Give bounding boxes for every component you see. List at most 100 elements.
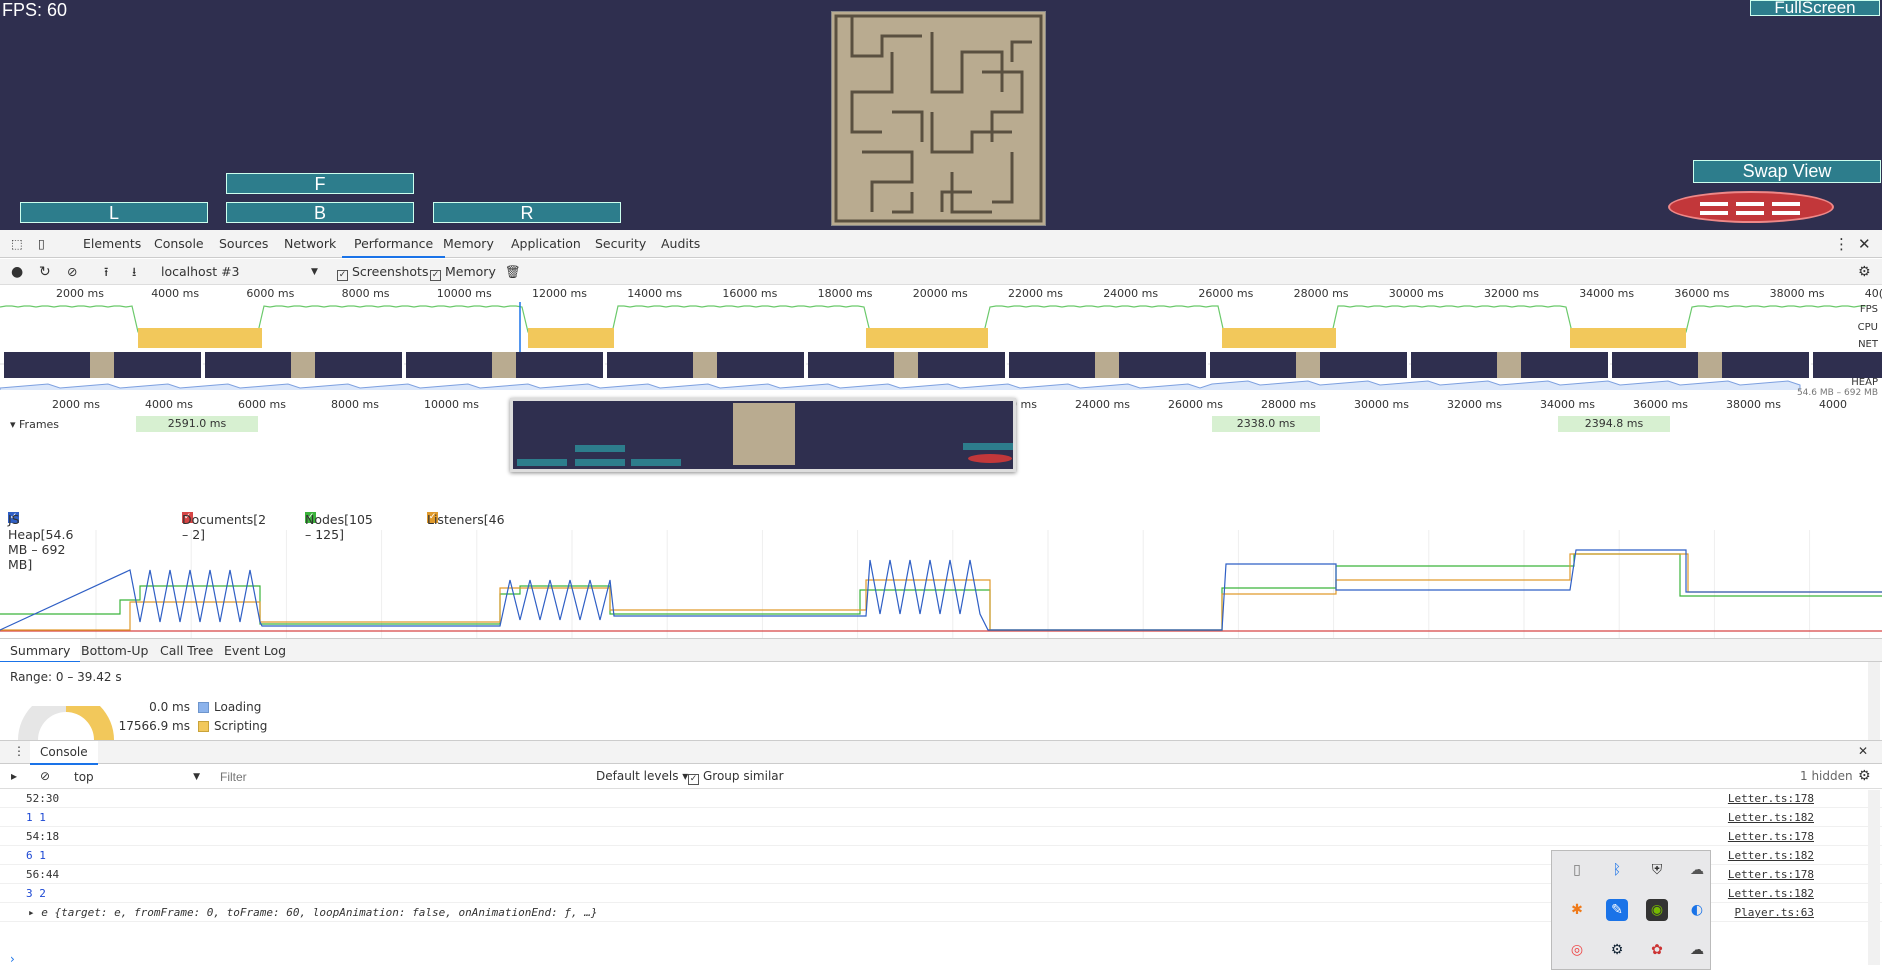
console-source-link[interactable]: Letter.ts:178 — [1728, 792, 1814, 805]
tab-application[interactable]: Application — [511, 230, 581, 258]
nvidia-icon[interactable]: ◉ — [1646, 899, 1668, 921]
device-toggle-icon[interactable]: ▯ — [38, 230, 45, 258]
screenshot-thumbnail[interactable] — [808, 352, 1007, 378]
close-drawer-icon[interactable]: ✕ — [1858, 744, 1868, 758]
frames-track-label: ▾ Frames — [10, 418, 60, 431]
clear-icon[interactable]: ⊘ — [67, 259, 77, 285]
maze-thumb — [492, 352, 516, 378]
target-select[interactable]: localhost #3 ▼ — [161, 259, 321, 285]
download-icon[interactable]: ⭳ — [132, 259, 136, 285]
screenshot-thumbnail[interactable] — [1009, 352, 1208, 378]
screenshot-thumbnail[interactable] — [406, 352, 605, 378]
menu-pill-button[interactable] — [1668, 191, 1834, 223]
tab-elements[interactable]: Elements — [83, 230, 141, 258]
console-prompt-icon[interactable]: › — [10, 952, 15, 966]
tab-sources[interactable]: Sources — [219, 230, 268, 258]
ruler-tick-label: 12000 ms — [532, 287, 587, 300]
maze-thumb — [291, 352, 315, 378]
console-message-row[interactable]: 1 1 Letter.ts:182 — [0, 808, 1882, 827]
game-canvas[interactable]: FPS: 60 FullScreen F L B R Swap View — [0, 0, 1882, 230]
screenshot-thumbnail[interactable] — [1210, 352, 1409, 378]
more-vert-icon[interactable]: ⋮ — [1834, 230, 1849, 258]
console-settings-icon[interactable]: ⚙ — [1858, 768, 1871, 784]
tab-call-tree[interactable]: Call Tree — [160, 639, 213, 663]
console-message-row[interactable]: 52:30 Letter.ts:178 — [0, 789, 1882, 808]
color-wheel-icon[interactable]: ✿ — [1646, 939, 1668, 961]
steam-icon[interactable]: ⚙ — [1606, 939, 1628, 961]
tab-audits[interactable]: Audits — [661, 230, 700, 258]
cloud-icon[interactable]: ☁ — [1686, 859, 1708, 881]
ruler-tick-label: 4000 — [1819, 398, 1847, 411]
clear-console-icon[interactable]: ⊘ — [40, 769, 50, 783]
tab-event-log[interactable]: Event Log — [224, 639, 286, 663]
shield-icon[interactable]: ⛨ — [1646, 859, 1668, 881]
screenshot-thumbnail[interactable] — [1411, 352, 1610, 378]
record-icon[interactable]: ● — [11, 259, 23, 285]
heap-track-label: HEAP — [1851, 377, 1878, 388]
tab-bottom-up[interactable]: Bottom-Up — [81, 639, 148, 663]
tab-console[interactable]: Console — [154, 230, 204, 258]
tab-network[interactable]: Network — [284, 230, 336, 258]
screenshot-thumbnail[interactable] — [205, 352, 404, 378]
levels-select[interactable]: Default levels ▾ — [596, 769, 688, 783]
console-message-text: 1 1 — [26, 811, 46, 824]
checkbox-checked-icon: ✓ — [430, 270, 441, 281]
console-scrollbar[interactable] — [1868, 790, 1880, 965]
frame-chip[interactable]: 2591.0 ms — [136, 416, 258, 432]
moon-icon[interactable]: ◐ — [1686, 899, 1708, 921]
back-button[interactable]: B — [226, 202, 414, 223]
tab-summary[interactable]: Summary — [0, 639, 81, 663]
group-similar-checkbox[interactable]: ✓ Group similar — [688, 769, 784, 785]
screenshot-thumbnail[interactable] — [1612, 352, 1811, 378]
settings-gear-icon[interactable]: ⚙ — [1858, 259, 1871, 285]
memory-checkbox[interactable]: ✓ Memory — [430, 259, 496, 285]
ruler-tick-label: 4000 ms — [145, 398, 193, 411]
tab-memory[interactable]: Memory — [443, 230, 494, 258]
usb-icon[interactable]: ▯ — [1566, 859, 1588, 881]
cloud-upload-icon[interactable]: ☁ — [1686, 939, 1708, 961]
console-source-link[interactable]: Letter.ts:182 — [1728, 887, 1814, 900]
console-filter-input[interactable] — [214, 768, 584, 786]
inspect-icon[interactable]: ⬚ — [11, 230, 23, 258]
maze-minimap — [831, 11, 1046, 226]
chrome-icon[interactable]: ◎ — [1566, 939, 1588, 961]
console-source-link[interactable]: Letter.ts:182 — [1728, 849, 1814, 862]
summary-scrollbar[interactable] — [1868, 662, 1880, 740]
screenshot-thumbnail[interactable] — [4, 352, 203, 378]
pen-icon[interactable]: ✎ — [1606, 899, 1628, 921]
fullscreen-button[interactable]: FullScreen — [1750, 0, 1880, 16]
console-source-link[interactable]: Letter.ts:182 — [1728, 811, 1814, 824]
right-button[interactable]: R — [433, 202, 621, 223]
upload-icon[interactable]: ⭱ — [104, 259, 108, 285]
forward-button[interactable]: F — [226, 173, 414, 194]
context-select[interactable]: top ▼ — [66, 765, 204, 789]
screenshots-checkbox[interactable]: ✓ Screenshots — [337, 259, 428, 285]
drawer-menu-icon[interactable]: ⋮ — [13, 744, 25, 758]
console-source-link[interactable]: Player.ts:63 — [1735, 906, 1814, 919]
details-tabbar: Summary Bottom-Up Call Tree Event Log — [0, 638, 1882, 663]
ruler-tick-label: 2000 ms — [52, 398, 100, 411]
console-message-row[interactable]: 54:18 Letter.ts:178 — [0, 827, 1882, 846]
screenshot-thumbnail[interactable] — [1813, 352, 1882, 378]
sidebar-toggle-icon[interactable]: ▸ — [11, 769, 17, 783]
maze-preview-image — [733, 403, 795, 465]
close-icon[interactable]: ✕ — [1858, 230, 1871, 258]
tab-performance[interactable]: Performance — [342, 230, 446, 258]
memory-legend: ✓ JS Heap[54.6 MB – 692 MB] ✓ Documents[2 … — [8, 512, 505, 572]
timeline-overview[interactable]: 2000 ms 4000 ms 6000 ms 8000 ms 10000 ms 1200… — [0, 286, 1882, 638]
frame-chip[interactable]: 2338.0 ms — [1212, 416, 1320, 432]
console-source-link[interactable]: Letter.ts:178 — [1728, 868, 1814, 881]
scripting-swatch — [198, 721, 209, 732]
trash-icon[interactable]: 🗑 — [505, 259, 521, 285]
frame-chip[interactable]: 2394.8 ms — [1558, 416, 1670, 432]
avast-icon[interactable]: ✱ — [1566, 899, 1588, 921]
left-button[interactable]: L — [20, 202, 208, 223]
range-label: Range: 0 – 39.42 s — [10, 670, 122, 684]
swap-view-button[interactable]: Swap View — [1693, 160, 1881, 183]
tab-console-drawer[interactable]: Console — [30, 741, 98, 765]
console-source-link[interactable]: Letter.ts:178 — [1728, 830, 1814, 843]
reload-icon[interactable]: ↻ — [39, 259, 51, 285]
screenshot-thumbnail[interactable] — [607, 352, 806, 378]
tab-security[interactable]: Security — [595, 230, 646, 258]
bluetooth-icon[interactable]: ᛒ — [1606, 859, 1628, 881]
